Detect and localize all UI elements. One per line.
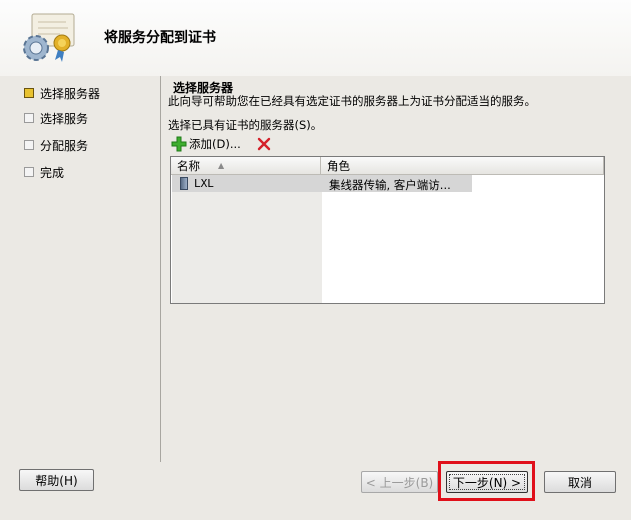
table-row[interactable]: LXL 集线器传输, 客户端访... bbox=[172, 175, 472, 192]
step-active-indicator bbox=[24, 88, 34, 98]
add-button-label: 添加(D)... bbox=[189, 137, 241, 151]
step-indicator bbox=[24, 113, 34, 123]
column-header-role[interactable]: 角色 bbox=[321, 157, 604, 175]
server-name: LXL bbox=[194, 177, 214, 190]
help-button[interactable]: 帮助(H) bbox=[19, 469, 94, 491]
step-indicator bbox=[24, 167, 34, 177]
server-list-prompt: 选择已具有证书的服务器(S)。 bbox=[168, 118, 323, 132]
delete-x-icon[interactable] bbox=[256, 136, 272, 152]
section-description: 此向导可帮助您在已经具有选定证书的服务器上为证书分配适当的服务。 bbox=[168, 94, 536, 108]
list-column-background bbox=[172, 175, 322, 303]
nav-step-label: 选择服务器 bbox=[40, 86, 101, 101]
server-role: 集线器传输, 客户端访... bbox=[329, 178, 451, 192]
nav-step-complete: 完成 bbox=[24, 163, 64, 181]
nav-step-select-service: 选择服务 bbox=[24, 109, 88, 127]
wizard-steps-nav: 选择服务器 选择服务 分配服务 完成 bbox=[0, 76, 160, 462]
column-header-label: 角色 bbox=[327, 158, 350, 173]
page-title: 将服务分配到证书 bbox=[104, 30, 216, 46]
nav-step-label: 完成 bbox=[40, 165, 65, 180]
nav-step-label: 分配服务 bbox=[40, 138, 89, 153]
cancel-button[interactable]: 取消 bbox=[544, 471, 616, 493]
server-icon bbox=[180, 177, 188, 190]
sort-ascending-icon: ▲ bbox=[218, 161, 225, 170]
focus-ring bbox=[449, 474, 525, 490]
nav-step-assign-service: 分配服务 bbox=[24, 136, 88, 154]
prev-button[interactable]: < 上一步(B) bbox=[361, 471, 438, 493]
plus-icon bbox=[171, 136, 187, 152]
wizard-header: 将服务分配到证书 bbox=[0, 0, 631, 76]
add-server-button[interactable]: 添加(D)... bbox=[170, 134, 252, 154]
certificate-gear-icon bbox=[23, 13, 75, 62]
step-indicator bbox=[24, 140, 34, 150]
nav-step-label: 选择服务 bbox=[40, 111, 89, 126]
column-header-name[interactable]: 名称 ▲ bbox=[171, 157, 321, 175]
server-list[interactable]: 名称 ▲ 角色 LXL 集线器传输, 客户端访... bbox=[170, 156, 605, 304]
column-header-label: 名称 bbox=[177, 158, 200, 173]
next-button[interactable]: 下一步(N) > bbox=[446, 471, 528, 493]
nav-divider bbox=[160, 76, 161, 462]
nav-step-select-server: 选择服务器 bbox=[24, 84, 100, 102]
